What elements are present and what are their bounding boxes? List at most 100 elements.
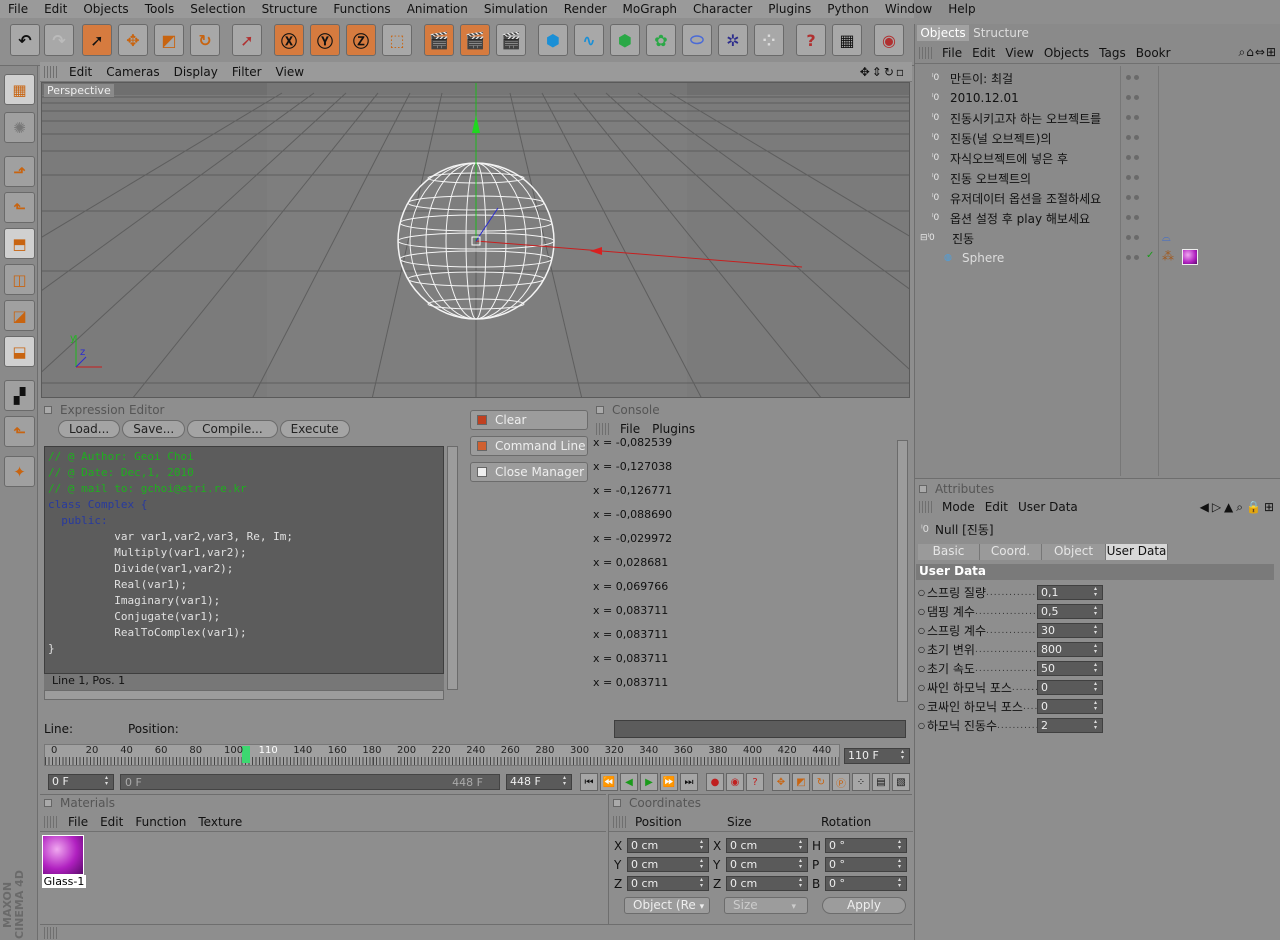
visibility-dot[interactable]	[1126, 235, 1131, 240]
objects-menu-tags[interactable]: Tags	[1094, 46, 1131, 60]
layout-icon[interactable]: ▦	[4, 74, 35, 105]
animate-circle-icon[interactable]: ○	[918, 683, 925, 692]
param-value-field[interactable]: 800	[1037, 642, 1103, 657]
scale-icon[interactable]: ◩	[154, 24, 184, 56]
visibility-dot[interactable]	[1126, 95, 1131, 100]
param-value-field[interactable]: 50	[1037, 661, 1103, 676]
phong-tag-icon[interactable]: ⁂	[1162, 249, 1174, 263]
enabled-check-icon[interactable]: ✓	[1146, 250, 1154, 261]
console-input[interactable]	[614, 720, 906, 738]
execute-button[interactable]: Execute	[279, 420, 350, 438]
object-row[interactable]: ˡ0 2010.12.01	[918, 88, 1122, 108]
render-view-icon[interactable]: 🎬	[424, 24, 454, 56]
animate-circle-icon[interactable]: ○	[918, 645, 925, 654]
object-row[interactable]: ˡ0 옵션 설정 후 play 해보세요	[918, 208, 1122, 228]
objects-menu-view[interactable]: View	[1000, 46, 1038, 60]
param-value-field[interactable]: 30	[1037, 623, 1103, 638]
undo-icon[interactable]: ↶	[10, 24, 40, 56]
render-picture-viewer-icon[interactable]: 🎬	[460, 24, 490, 56]
size-mode-dropdown[interactable]: Size ▾	[724, 897, 808, 914]
menu-character[interactable]: Character	[685, 2, 760, 16]
spline-pen-icon[interactable]: ∿	[574, 24, 604, 56]
apply-button[interactable]: Apply	[822, 897, 906, 914]
visibility-dot[interactable]	[1134, 235, 1139, 240]
param-value-field[interactable]: 0	[1037, 699, 1103, 714]
code-editor[interactable]: // @ Author: Geoi Choi // @ Date: Dec,1, …	[44, 446, 444, 674]
visibility-dot[interactable]	[1134, 75, 1139, 80]
range-slider[interactable]: 0 F 448 F	[120, 774, 500, 790]
object-row[interactable]: ˡ0 유저데이터 옵션을 조절하세요	[918, 188, 1122, 208]
menu-animation[interactable]: Animation	[399, 2, 476, 16]
live-selection-icon[interactable]: ➚	[82, 24, 112, 56]
cube-icon[interactable]: ⬢	[538, 24, 568, 56]
objects-menu-objects[interactable]: Objects	[1039, 46, 1094, 60]
start-frame-field[interactable]: 0 F	[48, 774, 114, 790]
clear-button[interactable]: Clear	[470, 410, 588, 430]
viewport-menu-cameras[interactable]: Cameras	[99, 65, 166, 79]
record-icon[interactable]: ●	[706, 773, 724, 791]
param-value-field[interactable]: 0,1	[1037, 585, 1103, 600]
menu-render[interactable]: Render	[556, 2, 615, 16]
menu-python[interactable]: Python	[819, 2, 877, 16]
close-manager-button[interactable]: Close Manager	[470, 462, 588, 482]
code-horizontal-scrollbar[interactable]	[44, 690, 444, 700]
menu-selection[interactable]: Selection	[182, 2, 253, 16]
attributes-menu-edit[interactable]: Edit	[980, 500, 1013, 514]
go-to-start-icon[interactable]: ⏮	[580, 773, 598, 791]
visibility-dot[interactable]	[1134, 155, 1139, 160]
objects-menu-bookmarks[interactable]: Bookr	[1131, 46, 1176, 60]
command-line-button[interactable]: Command Line	[470, 436, 588, 456]
menu-plugins[interactable]: Plugins	[760, 2, 819, 16]
menu-window[interactable]: Window	[877, 2, 940, 16]
tab-user-data[interactable]: User Data	[1106, 544, 1168, 560]
visibility-dot[interactable]	[1134, 135, 1139, 140]
objects-menu-file[interactable]: File	[937, 46, 967, 60]
edges-mode-icon[interactable]: ⬑	[4, 192, 35, 223]
x-axis-lock-icon[interactable]: Ⓧ	[274, 24, 304, 56]
compile-button[interactable]: Compile...	[187, 420, 278, 438]
web-icon[interactable]: ◉	[874, 24, 904, 56]
timeline-options-icon[interactable]: ▤	[872, 773, 890, 791]
array-icon[interactable]: ✿	[646, 24, 676, 56]
keyframe-selection-icon[interactable]: ?	[746, 773, 764, 791]
param-value-field[interactable]: 0	[1037, 680, 1103, 695]
workplane-icon[interactable]: ⬑	[4, 416, 35, 447]
texture-mode-icon[interactable]: ◪	[4, 300, 35, 331]
grip-icon[interactable]	[919, 46, 933, 59]
objects-nav-icons[interactable]: ⌕⌂⇔⊞	[1239, 45, 1280, 60]
rotate-icon[interactable]: ↻	[190, 24, 220, 56]
animation-mode-icon[interactable]: ⬓	[4, 336, 35, 367]
materials-menu-file[interactable]: File	[62, 815, 94, 829]
render-settings-icon[interactable]: 🎬	[496, 24, 526, 56]
visibility-dot[interactable]	[1134, 215, 1139, 220]
animate-circle-icon[interactable]: ○	[918, 607, 925, 616]
grip-icon[interactable]	[44, 65, 58, 78]
coordinate-field[interactable]: 0 cm	[627, 857, 709, 872]
object-row[interactable]: ˡ0 자식오브젝트에 넣은 후	[918, 148, 1122, 168]
coordinate-field[interactable]: 0 °	[825, 838, 907, 853]
timeline-scheme-icon[interactable]: ▧	[892, 773, 910, 791]
expression-tag-icon[interactable]: ⌓	[1162, 231, 1171, 245]
coordinate-system-icon[interactable]: ⬚	[382, 24, 412, 56]
play-backward-icon[interactable]: ◀	[620, 773, 638, 791]
coordinate-mode-dropdown[interactable]: Object (Re ▾	[624, 897, 710, 914]
menu-structure[interactable]: Structure	[254, 2, 326, 16]
object-row[interactable]: ⊟ˡ0 진동	[918, 228, 1122, 248]
param-value-field[interactable]: 0,5	[1037, 604, 1103, 619]
visibility-dot[interactable]	[1134, 175, 1139, 180]
attributes-nav-icons[interactable]: ◀▷▲⌕🔒⊞	[1200, 500, 1280, 515]
grip-icon[interactable]	[596, 423, 610, 435]
materials-menu-function[interactable]: Function	[129, 815, 192, 829]
menu-mograph[interactable]: MoGraph	[615, 2, 686, 16]
autokey-icon[interactable]: ◉	[726, 773, 744, 791]
next-key-icon[interactable]: ⏩	[660, 773, 678, 791]
current-frame-field[interactable]: 110 F	[844, 748, 910, 764]
param-value-field[interactable]: 2	[1037, 718, 1103, 733]
visibility-dot[interactable]	[1134, 195, 1139, 200]
coordinate-field[interactable]: 0 °	[825, 876, 907, 891]
object-row[interactable]: ˡ0 진동시키고자 하는 오브젝트를	[918, 108, 1122, 128]
materials-menu-edit[interactable]: Edit	[94, 815, 129, 829]
coordinate-field[interactable]: 0 cm	[726, 857, 808, 872]
menu-objects[interactable]: Objects	[75, 2, 136, 16]
visibility-dot[interactable]	[1134, 255, 1139, 260]
